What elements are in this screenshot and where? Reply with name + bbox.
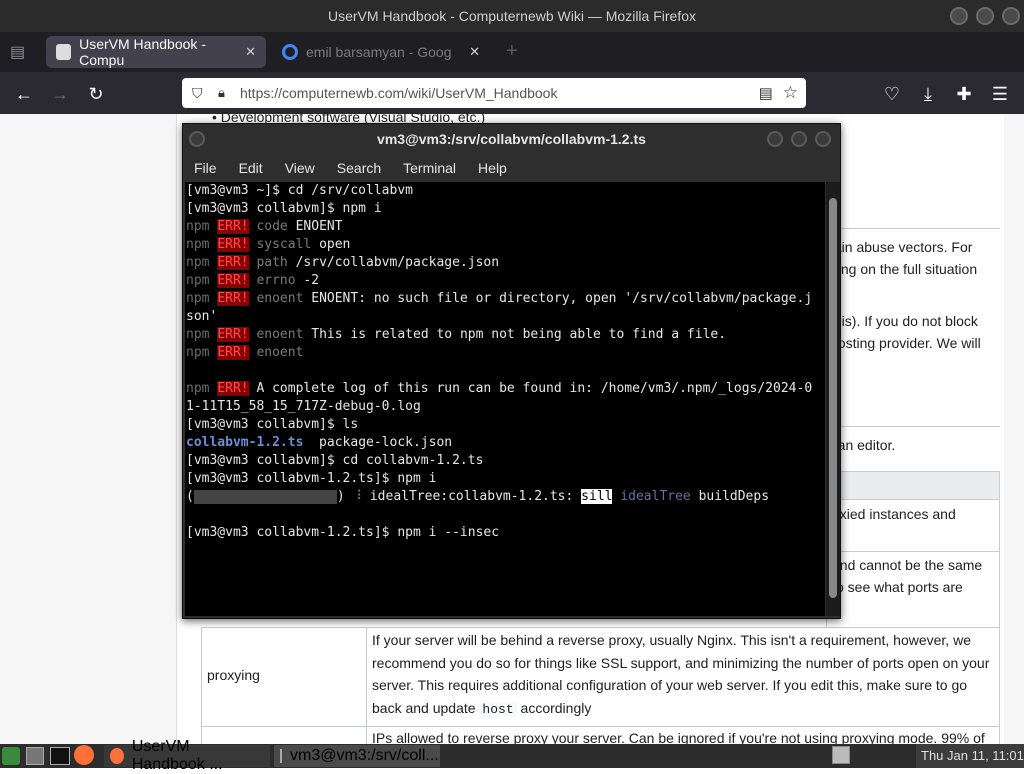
paragraph-fragment: hosting provider. We will	[830, 335, 981, 351]
progress-bar	[193, 489, 337, 504]
taskbar-app-label: UserVM Handbook ...	[131, 738, 223, 773]
menu-search[interactable]: Search	[326, 160, 392, 176]
tab-overview-icon[interactable]: ▤	[10, 42, 30, 62]
paragraph-fragment: tain abuse vectors. For	[830, 239, 973, 255]
taskbar-app-terminal[interactable]: vm3@vm3:/srv/coll...	[274, 745, 440, 767]
divider	[826, 228, 1000, 229]
close-tab-icon[interactable]: ✕	[245, 44, 256, 60]
terminal-menu-button[interactable]	[189, 131, 205, 147]
window-titlebar: UserVM Handbook - Computernewb Wiki — Mo…	[0, 0, 1024, 32]
favicon-icon	[56, 44, 72, 60]
terminal-line: [vm3@vm3 collabvm]$ cd collabvm-1.2.ts	[186, 453, 484, 468]
file-manager-icon[interactable]	[26, 747, 44, 765]
terminal-line: npm ERR! A complete log of this run can …	[186, 381, 813, 396]
terminal-line: [vm3@vm3 ~]$ cd /srv/collabvm	[186, 183, 413, 198]
terminal-line: [vm3@vm3 collabvm-1.2.ts]$ npm i	[186, 471, 437, 486]
terminal-line: npm ERR! errno -2	[186, 273, 320, 288]
clock[interactable]: Thu Jan 11, 11:01	[921, 748, 1024, 763]
terminal-line: collabvm-1.2.ts package-lock.json	[186, 434, 825, 452]
taskbar-app-label: vm3@vm3:/srv/coll...	[290, 747, 439, 764]
terminal-line: [vm3@vm3 collabvm]$ npm i	[186, 201, 382, 216]
table-header-cell	[826, 471, 1000, 500]
terminal-launcher-icon[interactable]	[50, 747, 70, 765]
terminal-line: [vm3@vm3 collabvm-1.2.ts]$ npm i --insec	[186, 525, 500, 540]
directory-entry: collabvm-1.2.ts	[186, 435, 304, 450]
menu-file[interactable]: File	[183, 160, 228, 176]
tab-label: UserVM Handbook - Compu	[79, 36, 206, 68]
terminal-line: 1-11T15_58_15_717Z-debug-0.log	[186, 399, 421, 414]
menu-view[interactable]: View	[274, 160, 326, 176]
terminal-minimize-button[interactable]	[767, 131, 783, 147]
close-tab-icon[interactable]: ✕	[469, 44, 480, 60]
close-window-button[interactable]	[1002, 7, 1020, 25]
terminal-titlebar[interactable]: vm3@vm3:/srv/collabvm/collabvm-1.2.ts	[183, 124, 840, 154]
terminal-title: vm3@vm3:/srv/collabvm/collabvm-1.2.ts	[377, 131, 646, 147]
terminal-close-button[interactable]	[815, 131, 831, 147]
reader-view-icon[interactable]: ▤	[759, 84, 773, 102]
start-menu-icon[interactable]	[2, 747, 20, 765]
extensions-icon[interactable]: ✚	[953, 84, 975, 106]
minimize-button[interactable]	[950, 7, 968, 25]
menu-help[interactable]: Help	[467, 160, 518, 176]
config-description-line: back and update host accordingly	[372, 700, 592, 717]
firefox-launcher-icon[interactable]	[74, 745, 94, 765]
lock-icon[interactable]: 🔒︎	[218, 85, 236, 101]
paragraph-fragment: o see what ports are	[836, 579, 963, 595]
terminal-scrollbar[interactable]	[826, 182, 840, 616]
inline-code: host	[479, 702, 517, 717]
config-description-line: IPs allowed to reverse proxy your server…	[372, 730, 985, 744]
terminal-line: npm ERR! path /srv/collabvm/package.json	[186, 255, 500, 270]
show-desktop-icon[interactable]	[832, 746, 850, 764]
terminal-maximize-button[interactable]	[791, 131, 807, 147]
terminal-line: npm ERR! enoent	[186, 345, 304, 360]
pocket-icon[interactable]: ♡	[881, 84, 903, 106]
terminal-line: npm ERR! code ENOENT	[186, 219, 343, 234]
reload-icon[interactable]: ↻	[85, 84, 107, 106]
url-text[interactable]: https://computernewb.com/wiki/UserVM_Han…	[240, 85, 557, 101]
terminal-menubar: File Edit View Search Terminal Help	[183, 154, 840, 182]
tab-google-search[interactable]: emil barsamyan - Goog ✕	[272, 36, 490, 68]
tab-uservm-handbook[interactable]: UserVM Handbook - Compu ✕	[46, 36, 266, 68]
shield-icon[interactable]: ⛉	[192, 85, 210, 102]
file-entry: package-lock.json	[303, 435, 453, 450]
terminal-line: [vm3@vm3 collabvm]$ ls	[186, 417, 359, 432]
maximize-button[interactable]	[976, 7, 994, 25]
taskbar-app-firefox[interactable]: UserVM Handbook ...	[104, 738, 270, 773]
tab-label: emil barsamyan - Goog	[306, 44, 452, 60]
new-tab-button[interactable]: +	[506, 40, 518, 63]
google-favicon-icon	[282, 44, 298, 60]
terminal-line: npm ERR! syscall open	[186, 237, 351, 252]
terminal-output[interactable]: [vm3@vm3 ~]$ cd /srv/collabvm [vm3@vm3 co…	[185, 182, 825, 616]
terminal-line: npm ERR! enoent ENOENT: no such file or …	[186, 291, 813, 306]
bookmark-star-icon[interactable]: ☆	[783, 83, 798, 103]
paragraph-fragment: ding on the full situation	[830, 261, 978, 277]
window-title: UserVM Handbook - Computernewb Wiki — Mo…	[328, 8, 696, 24]
config-description-line: If your server will be behind a reverse …	[372, 632, 971, 648]
divider	[826, 426, 1000, 427]
config-description-line: server. This requires additional configu…	[372, 677, 968, 693]
url-bar[interactable]: ⛉ 🔒︎ https://computernewb.com/wiki/UserV…	[182, 78, 806, 108]
terminal-line: npm ERR! enoent This is related to npm n…	[186, 327, 727, 342]
downloads-icon[interactable]: ⤓	[917, 84, 939, 106]
paragraph-fragment: oxied instances and	[832, 506, 956, 522]
menu-edit[interactable]: Edit	[228, 160, 274, 176]
menu-icon[interactable]: ☰	[989, 84, 1011, 106]
scrollbar-thumb[interactable]	[829, 198, 837, 598]
forward-icon[interactable]: →	[49, 84, 71, 106]
firefox-icon	[110, 748, 124, 764]
terminal-line: () ⠸ idealTree:collabvm-1.2.ts: sill ide…	[186, 489, 770, 504]
terminal-icon	[280, 749, 282, 763]
config-key: proxying	[207, 667, 260, 683]
terminal-window[interactable]: vm3@vm3:/srv/collabvm/collabvm-1.2.ts Fi…	[182, 123, 841, 619]
spinner-icon: ⠸	[352, 489, 363, 504]
menu-terminal[interactable]: Terminal	[392, 160, 467, 176]
config-description-line: recommend you do so for things like SSL …	[372, 655, 990, 671]
terminal-line: son'	[186, 309, 218, 324]
paragraph-fragment: and cannot be the same	[832, 557, 983, 573]
back-icon[interactable]: ←	[13, 84, 35, 106]
paragraph-fragment: this). If you do not block	[830, 313, 978, 329]
